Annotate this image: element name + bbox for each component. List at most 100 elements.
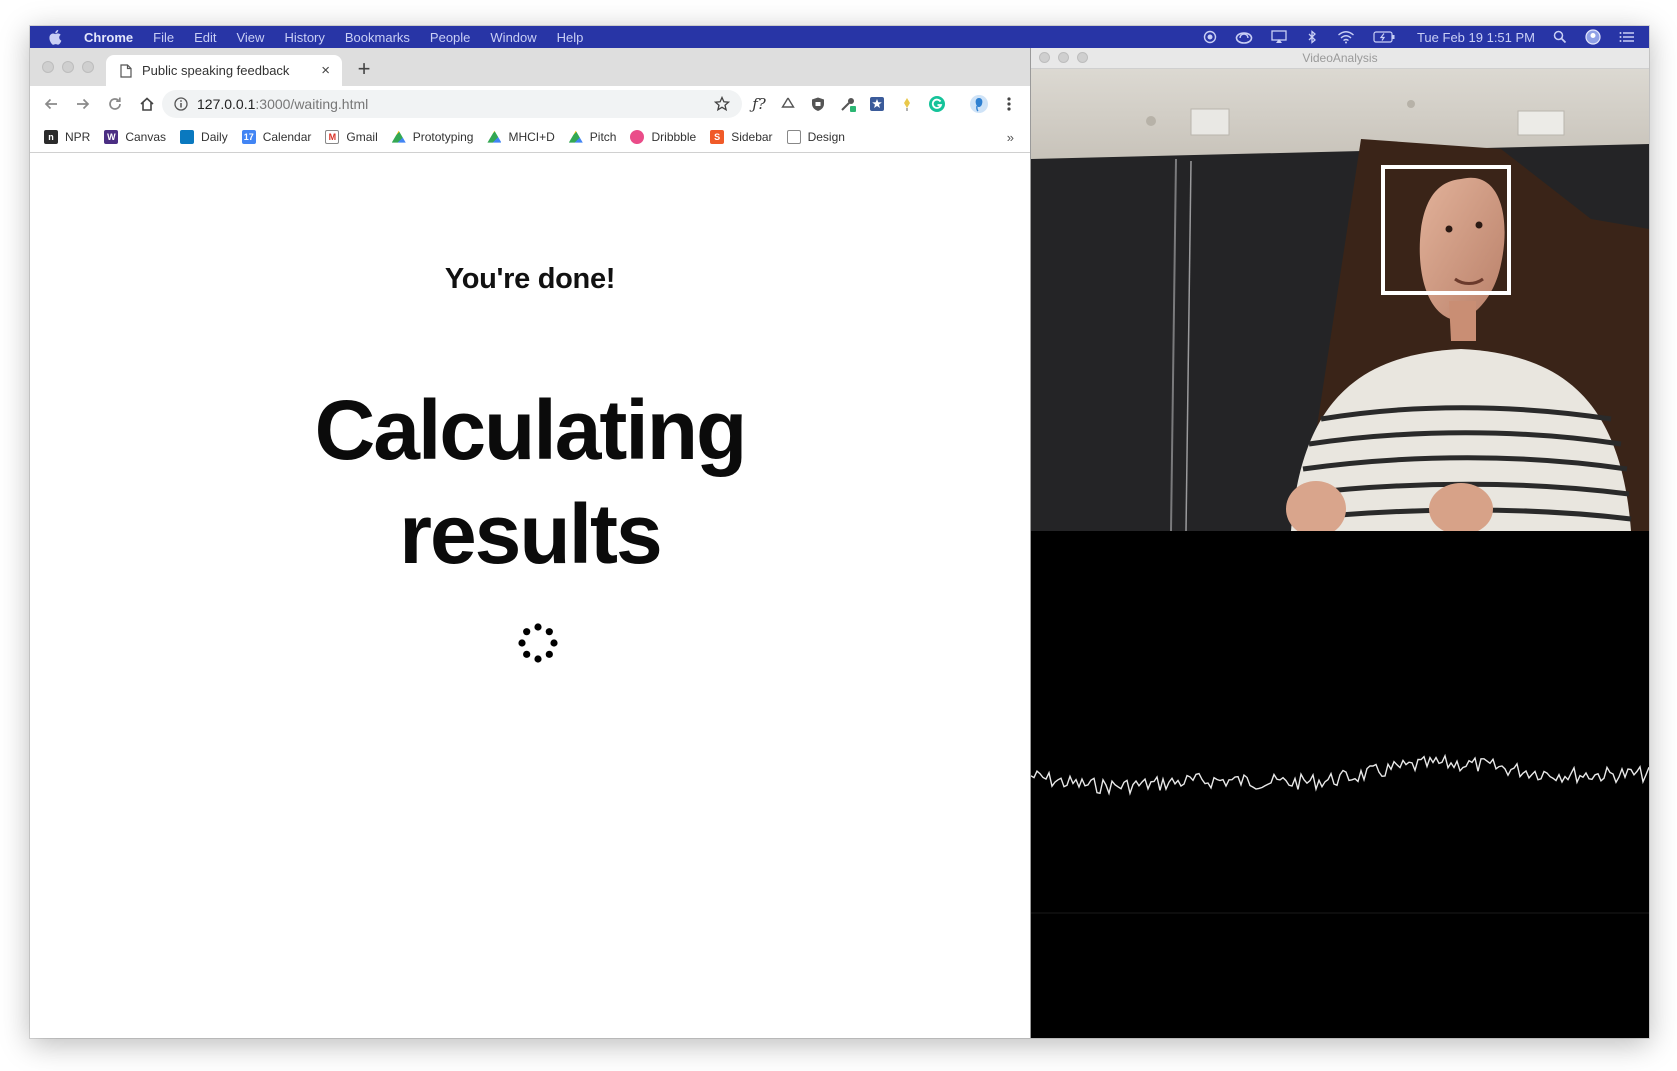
video-window-title: VideoAnalysis <box>1302 51 1378 65</box>
reload-button[interactable] <box>100 89 130 119</box>
battery-icon[interactable] <box>1373 31 1395 43</box>
bookmark-gmail[interactable]: M Gmail <box>325 130 378 144</box>
bookmarks-bar: n NPR W Canvas Daily 17 Calendar M Gmail Prototyp… <box>30 122 1030 153</box>
close-window-button[interactable] <box>42 61 54 73</box>
video-minimize-button[interactable] <box>1058 52 1069 63</box>
bookmark-npr[interactable]: n NPR <box>44 130 90 144</box>
browser-toolbar: 127.0.0.1:3000/waiting.html ƒ? <box>30 86 1030 122</box>
calculating-title: Calculating results <box>30 378 1030 586</box>
bookmark-canvas[interactable]: W Canvas <box>104 130 166 144</box>
loading-spinner-icon <box>518 623 558 663</box>
spinner-dot <box>534 623 542 631</box>
sidebar-icon: S <box>710 130 725 144</box>
audio-waveform-panel <box>1030 531 1649 1038</box>
menu-edit[interactable]: Edit <box>194 30 216 45</box>
tab-title: Public speaking feedback <box>142 63 290 78</box>
bookmark-label: Prototyping <box>412 130 474 144</box>
bookmark-label: Calendar <box>262 130 312 144</box>
apple-menu-icon[interactable] <box>48 29 64 45</box>
document-icon <box>120 63 132 78</box>
bookmark-sidebar[interactable]: S Sidebar <box>710 130 773 144</box>
dribbble-icon <box>630 130 645 144</box>
menu-help[interactable]: Help <box>557 30 584 45</box>
bookmark-daily[interactable]: Daily <box>180 130 228 144</box>
bookmark-pitch[interactable]: Pitch <box>568 130 617 144</box>
grammarly-extension-icon[interactable] <box>926 93 948 115</box>
calculating-title-line1: Calculating <box>314 383 748 477</box>
camera-feed <box>1031 69 1649 531</box>
spinner-dot <box>523 650 531 658</box>
browser-menu-icon[interactable] <box>998 93 1020 115</box>
home-button[interactable] <box>132 89 162 119</box>
bookmark-star-icon[interactable] <box>714 96 730 112</box>
site-info-icon[interactable] <box>174 97 188 111</box>
page-content: You're done! Calculating results <box>30 153 1030 1038</box>
tab-public-speaking-feedback[interactable]: Public speaking feedback × <box>106 55 342 86</box>
bookmark-calendar[interactable]: 17 Calendar <box>241 130 312 144</box>
bookmarks-overflow-button[interactable]: » <box>1007 130 1014 145</box>
wifi-icon[interactable] <box>1337 30 1355 44</box>
formula-extension-icon[interactable]: ƒ? <box>748 93 770 115</box>
spotlight-search-icon[interactable] <box>1553 30 1567 44</box>
home-icon <box>140 97 154 111</box>
zoom-window-button[interactable] <box>82 61 94 73</box>
bookmark-prototyping[interactable]: Prototyping <box>391 130 474 144</box>
menu-app-chrome[interactable]: Chrome <box>84 30 133 45</box>
prototyping-icon <box>391 130 406 143</box>
airplay-icon[interactable] <box>1271 30 1287 44</box>
record-icon[interactable] <box>1203 30 1217 44</box>
back-button[interactable] <box>36 89 66 119</box>
tab-close-button[interactable]: × <box>321 62 330 79</box>
menu-file[interactable]: File <box>153 30 174 45</box>
camera-frame-image <box>1031 69 1649 531</box>
canvas-icon: W <box>104 130 119 144</box>
new-tab-button[interactable]: + <box>350 55 378 83</box>
eyedropper-extension-icon[interactable] <box>837 93 859 115</box>
bookmark-dribbble[interactable]: Dribbble <box>630 130 696 144</box>
forward-arrow-icon <box>77 98 90 110</box>
spinner-dot <box>550 639 558 647</box>
profile-avatar-icon[interactable] <box>968 93 990 115</box>
star-extension-icon[interactable] <box>866 93 888 115</box>
menu-view[interactable]: View <box>236 30 264 45</box>
bookmark-label: Pitch <box>589 130 617 144</box>
menu-history[interactable]: History <box>284 30 324 45</box>
bookmark-label: NPR <box>65 130 91 144</box>
menu-bar: Chrome File Edit View History Bookmarks … <box>30 26 1649 48</box>
spinner-dot <box>534 655 542 663</box>
menubar-clock[interactable]: Tue Feb 19 1:51 PM <box>1417 30 1535 45</box>
calendar-icon: 17 <box>241 130 256 144</box>
video-zoom-button[interactable] <box>1077 52 1088 63</box>
bluetooth-icon[interactable] <box>1305 30 1319 44</box>
shield-extension-icon[interactable] <box>807 93 829 115</box>
pitch-icon <box>568 130 583 143</box>
bookmark-design[interactable]: Design <box>786 130 845 144</box>
tab-strip: Public speaking feedback × + <box>30 48 1030 86</box>
menu-window[interactable]: Window <box>490 30 536 45</box>
address-bar[interactable]: 127.0.0.1:3000/waiting.html <box>162 90 742 118</box>
menu-bookmarks[interactable]: Bookmarks <box>345 30 410 45</box>
bookmark-label: Sidebar <box>731 130 773 144</box>
spinner-dot <box>545 628 553 636</box>
video-window-controls <box>1039 52 1096 63</box>
creative-cloud-icon[interactable] <box>1235 30 1253 44</box>
bookmark-label: Canvas <box>125 130 167 144</box>
pin-extension-icon[interactable] <box>896 93 918 115</box>
recycle-extension-icon[interactable] <box>777 93 799 115</box>
audio-waveform <box>1030 753 1649 914</box>
bookmark-label: MHCI+D <box>508 130 555 144</box>
bookmark-mhci-d[interactable]: MHCI+D <box>487 130 555 144</box>
status-area: Tue Feb 19 1:51 PM <box>1185 29 1635 45</box>
minimize-window-button[interactable] <box>62 61 74 73</box>
user-avatar-icon[interactable] <box>1585 29 1601 45</box>
npr-icon: n <box>44 130 58 144</box>
notification-center-icon[interactable] <box>1619 31 1635 43</box>
url-host: 127.0.0.1 <box>197 96 256 112</box>
mhci-d-icon <box>487 130 502 143</box>
face-detection-box <box>1381 165 1511 295</box>
video-close-button[interactable] <box>1039 52 1050 63</box>
menu-people[interactable]: People <box>430 30 470 45</box>
video-window-titlebar: VideoAnalysis <box>1031 48 1649 69</box>
back-arrow-icon <box>44 98 57 110</box>
forward-button[interactable] <box>68 89 98 119</box>
